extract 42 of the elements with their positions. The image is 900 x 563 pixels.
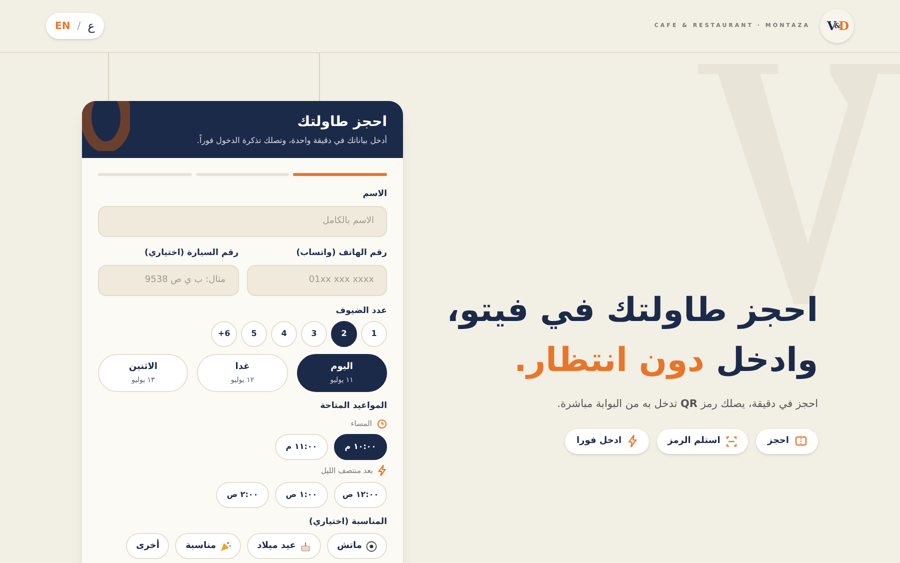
field-label: رقم السيارة (اختياري) <box>144 246 238 260</box>
occasion-chip[interactable]: ماتش <box>326 533 387 560</box>
cake-icon <box>300 540 311 552</box>
card-title: احجز طاولتك <box>296 113 387 131</box>
field-label: المواعيد المتاحة <box>319 400 387 413</box>
occasion-chip[interactable]: أخرى <box>126 533 170 560</box>
input-field[interactable]: مثال: ب ي ص 9538 <box>98 264 238 296</box>
hero-title: احجز طاولتك في فيتو، <box>446 289 818 331</box>
card-subtitle: أدخل بياناتك في دقيقة واحدة، وتصلك تذكرة الدخول فوراً. <box>196 135 387 147</box>
guest-count-option[interactable]: 3 <box>301 321 327 348</box>
time-slot[interactable]: ١٢:٠٠ ص <box>334 482 387 508</box>
guest-count-option[interactable]: 1 <box>361 321 387 348</box>
feature-chip[interactable]: ادخل فورا <box>565 428 649 454</box>
feature-chip[interactable]: احجز <box>756 428 818 454</box>
bolt-icon <box>628 435 638 448</box>
input-field[interactable]: الاسم بالكامل <box>98 206 387 237</box>
occasion-chip[interactable]: عيد ميلاد <box>247 533 321 560</box>
field-label: الاسم <box>362 188 387 201</box>
ball-icon <box>366 540 377 552</box>
time-slot[interactable]: ٢:٠٠ ص <box>216 482 269 508</box>
language-option[interactable]: ع <box>88 17 95 35</box>
field-label: رقم الهاتف (واتساب) <box>295 246 387 260</box>
feature-chip[interactable]: استلم الرمز <box>656 428 748 454</box>
party-popper-icon <box>220 540 232 552</box>
time-slot[interactable]: ١١:٠٠ م <box>275 434 328 460</box>
input-field[interactable]: 01xx xxx xxxx <box>246 264 387 296</box>
ticket-icon <box>795 436 807 446</box>
decor-ring <box>82 101 130 151</box>
field-label: عدد الضيوف <box>334 304 387 318</box>
time-slot[interactable]: ١:٠٠ ص <box>275 482 328 508</box>
guest-count-option[interactable]: 4 <box>271 321 297 348</box>
language-separator: / <box>77 20 81 34</box>
occasion-chip[interactable]: مناسبة <box>175 533 242 560</box>
clock-icon <box>377 418 387 429</box>
bolt-icon <box>378 465 387 476</box>
guest-count-option[interactable]: 2 <box>331 321 357 348</box>
guest-count-option[interactable]: 6+ <box>211 321 237 348</box>
guest-count-option[interactable]: 5 <box>241 321 267 348</box>
field-label: المناسبة (اختياري) <box>308 516 387 528</box>
scan-icon <box>726 436 738 447</box>
hero-title: وادخل دون انتظار. <box>514 339 818 381</box>
time-slot[interactable]: ١٠:٠٠ م <box>334 434 387 460</box>
